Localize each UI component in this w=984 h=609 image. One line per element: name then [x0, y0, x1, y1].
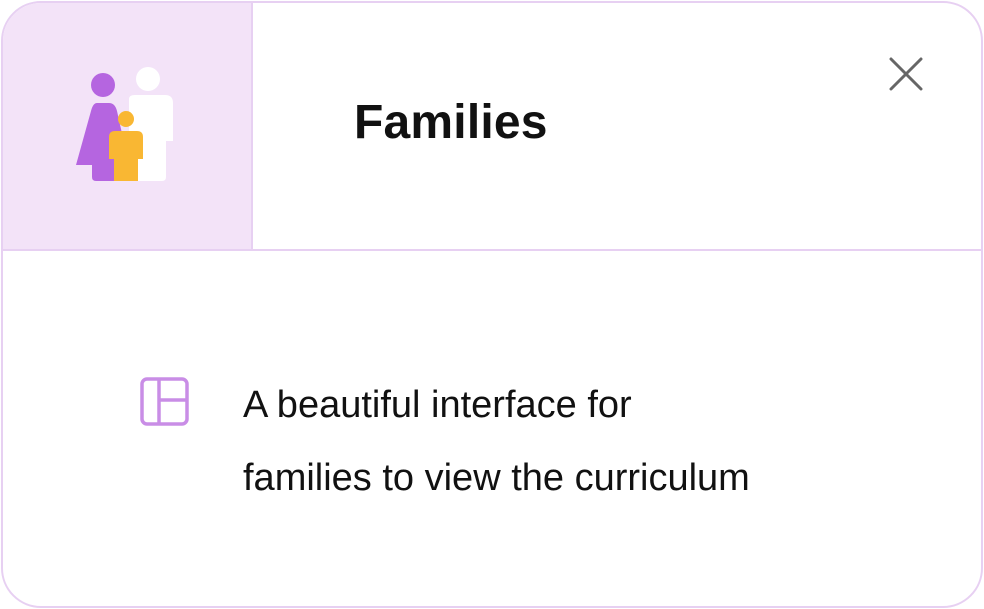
icon-tile: [3, 3, 253, 249]
card-description: A beautiful interface for families to vi…: [243, 369, 883, 515]
family-icon: [76, 67, 173, 181]
description-line: A beautiful interface for: [243, 384, 632, 426]
layout-icon: [140, 377, 189, 426]
card-header: Families: [3, 3, 981, 251]
families-card: Families A beautiful interface for famil…: [1, 1, 983, 608]
card-title: Families: [354, 96, 548, 149]
close-icon[interactable]: [883, 51, 929, 97]
description-line: families to view the curriculum: [243, 457, 750, 499]
